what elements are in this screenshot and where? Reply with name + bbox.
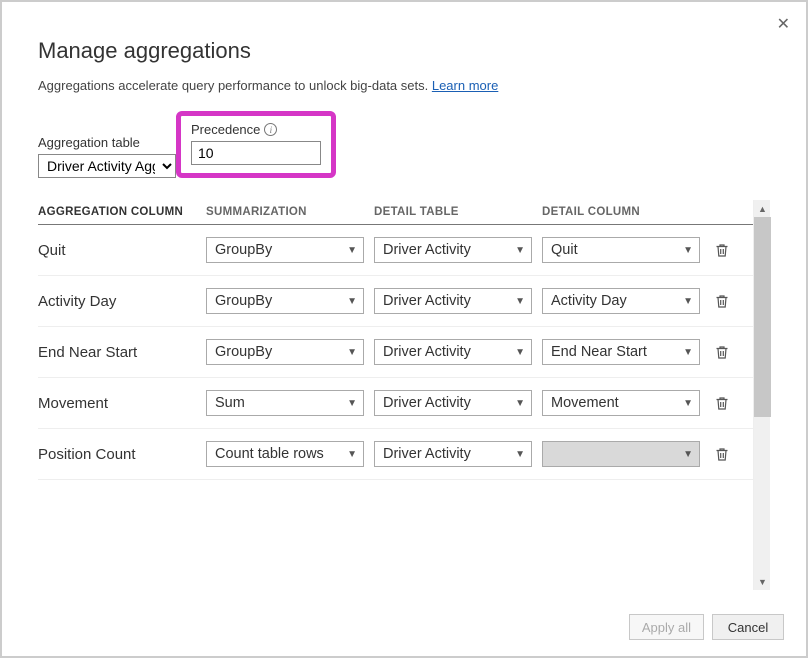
precedence-input[interactable] [191,141,321,165]
page-title: Manage aggregations [38,38,770,64]
table-row: Movement Sum ▼ Driver Activity ▼ Movement ▼ [38,378,753,429]
table-row: Position CountCount table rows▼Driver Ac… [38,429,753,480]
detail-column-select-value: Activity Day [551,293,627,309]
dialog-content: Manage aggregations Aggregations acceler… [4,4,804,600]
aggregation-table-select[interactable]: Driver Activity Agg2 [38,154,176,178]
detail-table-select-value: Driver Activity [383,446,471,462]
header-detail-column: DETAIL COLUMN [542,206,710,218]
aggregation-table-label: Aggregation table [38,135,176,150]
detail-column-select[interactable]: Activity Day ▼ [542,288,700,314]
summarization-select[interactable]: GroupBy ▼ [206,237,364,263]
aggregations-table-scroll: AGGREGATION COLUMN SUMMARIZATION DETAIL … [38,200,753,590]
trash-icon [714,242,730,258]
delete-row-button[interactable] [710,344,734,360]
chevron-down-icon: ▼ [683,347,693,358]
detail-table-select[interactable]: Driver Activity ▼ [374,390,532,416]
table-row: Activity DayGroupBy▼Driver Activity▼Acti… [38,276,753,327]
dialog-subtitle: Aggregations accelerate query performanc… [38,78,770,93]
aggregation-column-cell: End Near Start [38,344,206,361]
precedence-highlight: Precedence i [176,111,336,178]
scroll-down-icon[interactable]: ▼ [754,573,771,590]
aggregations-table-wrap: AGGREGATION COLUMN SUMMARIZATION DETAIL … [38,200,770,590]
aggregation-column-cell: Position Count [38,446,206,463]
summarization-select[interactable]: GroupBy ▼ [206,339,364,365]
delete-row-button[interactable] [710,395,734,411]
chevron-down-icon: ▼ [683,398,693,409]
manage-aggregations-dialog: ✕ Manage aggregations Aggregations accel… [4,4,804,654]
detail-column-select-value: Movement [551,395,619,411]
header-detail-table: DETAIL TABLE [374,206,542,218]
cancel-button[interactable]: Cancel [712,614,784,640]
delete-row-button[interactable] [710,242,734,258]
table-row: End Near StartGroupBy▼Driver Activity▼En… [38,327,753,378]
chevron-down-icon: ▼ [683,296,693,307]
aggregations-table: AGGREGATION COLUMN SUMMARIZATION DETAIL … [38,200,753,480]
detail-column-select[interactable]: ▼ [542,441,700,467]
chevron-down-icon: ▼ [515,449,525,460]
chevron-down-icon: ▼ [683,245,693,256]
summarization-select-value: GroupBy [215,293,272,309]
detail-column-select[interactable]: End Near Start ▼ [542,339,700,365]
detail-column-select-value: Quit [551,242,578,258]
vertical-scrollbar[interactable]: ▲ ▼ [753,200,770,590]
detail-column-select[interactable]: Movement ▼ [542,390,700,416]
scroll-up-icon[interactable]: ▲ [754,200,771,217]
chevron-down-icon: ▼ [515,347,525,358]
summarization-select[interactable]: Sum ▼ [206,390,364,416]
table-row: Quit GroupBy ▼ Driver Activity ▼ Quit ▼ [38,225,753,276]
detail-table-select[interactable]: Driver Activity ▼ [374,237,532,263]
aggregation-table-field: Aggregation table Driver Activity Agg2 [38,135,176,178]
trash-icon [714,395,730,411]
detail-table-select-value: Driver Activity [383,242,471,258]
summarization-select[interactable]: Count table rows ▼ [206,441,364,467]
aggregation-column-cell: Quit [38,242,206,259]
chevron-down-icon: ▼ [683,449,693,460]
detail-column-select[interactable]: Quit ▼ [542,237,700,263]
summarization-select-value: GroupBy [215,344,272,360]
aggregation-column-cell: Movement [38,395,206,412]
summarization-select[interactable]: GroupBy ▼ [206,288,364,314]
dialog-footer: Apply all Cancel [4,600,804,654]
scroll-thumb[interactable] [754,217,771,417]
detail-table-select-value: Driver Activity [383,293,471,309]
trash-icon [714,293,730,309]
chevron-down-icon: ▼ [347,245,357,256]
aggregation-column-cell: Activity Day [38,293,206,310]
chevron-down-icon: ▼ [515,398,525,409]
summarization-select-value: GroupBy [215,242,272,258]
precedence-field: Precedence i [191,122,321,165]
chevron-down-icon: ▼ [347,296,357,307]
subtitle-text: Aggregations accelerate query performanc… [38,78,432,93]
detail-table-select-value: Driver Activity [383,344,471,360]
apply-all-button[interactable]: Apply all [629,614,704,640]
info-icon[interactable]: i [264,123,277,136]
detail-table-select[interactable]: Driver Activity ▼ [374,288,532,314]
summarization-select-value: Count table rows [215,446,324,462]
close-icon[interactable]: ✕ [777,14,790,34]
controls-row: Aggregation table Driver Activity Agg2 P… [38,111,770,178]
table-header: AGGREGATION COLUMN SUMMARIZATION DETAIL … [38,200,753,225]
header-aggregation-column: AGGREGATION COLUMN [38,206,206,218]
detail-table-select-value: Driver Activity [383,395,471,411]
detail-table-select[interactable]: Driver Activity ▼ [374,339,532,365]
delete-row-button[interactable] [710,293,734,309]
header-summarization: SUMMARIZATION [206,206,374,218]
chevron-down-icon: ▼ [347,398,357,409]
summarization-select-value: Sum [215,395,245,411]
delete-row-button[interactable] [710,446,734,462]
chevron-down-icon: ▼ [347,449,357,460]
precedence-label: Precedence [191,122,260,137]
learn-more-link[interactable]: Learn more [432,78,498,93]
trash-icon [714,344,730,360]
chevron-down-icon: ▼ [515,245,525,256]
chevron-down-icon: ▼ [515,296,525,307]
chevron-down-icon: ▼ [347,347,357,358]
trash-icon [714,446,730,462]
precedence-label-row: Precedence i [191,122,321,137]
detail-column-select-value: End Near Start [551,344,647,360]
detail-table-select[interactable]: Driver Activity ▼ [374,441,532,467]
